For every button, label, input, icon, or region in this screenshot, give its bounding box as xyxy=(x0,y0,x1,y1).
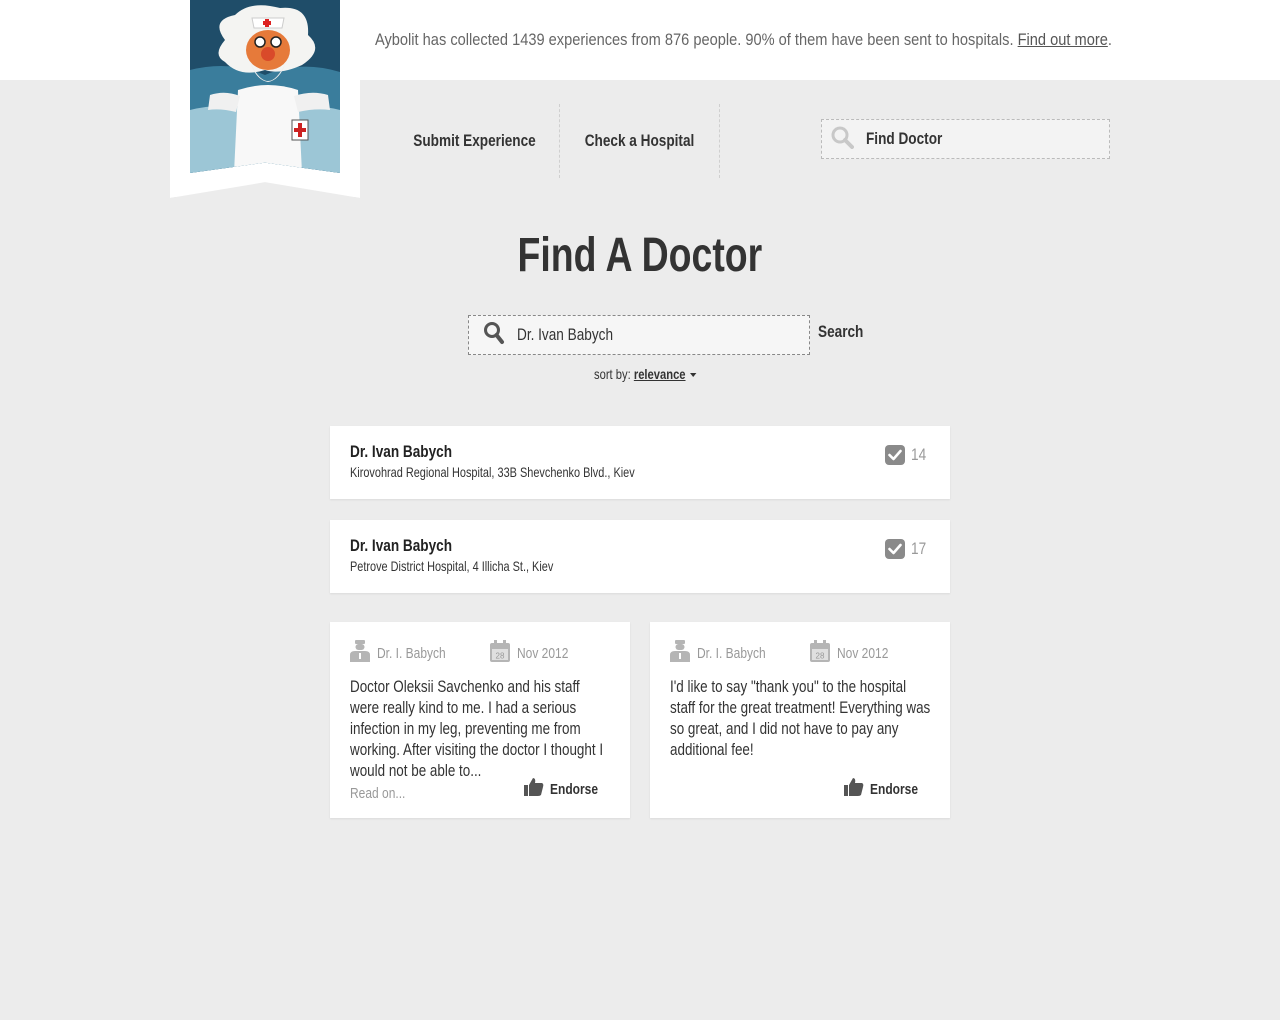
experience-doctor-name: Dr. I. Babych xyxy=(377,644,446,662)
nav-check-hospital[interactable]: Check a Hospital xyxy=(560,104,720,178)
doctor-search-input[interactable]: Dr. Ivan Babych xyxy=(468,315,810,355)
calendar-day: 28 xyxy=(816,652,825,661)
experience-date: 28 Nov 2012 xyxy=(810,640,901,666)
experience-doctor[interactable]: Dr. I. Babych xyxy=(670,640,783,666)
calendar-day: 28 xyxy=(496,652,505,661)
search-icon xyxy=(483,321,505,350)
experience-text: I'd like to say "thank you" to the hospi… xyxy=(670,677,931,759)
find-doctor-label: Find Doctor xyxy=(866,129,943,148)
experience-meta: Dr. I. Babych 28 Nov 2012 xyxy=(670,640,930,664)
experience-date-text: Nov 2012 xyxy=(517,644,569,662)
stats-message: Aybolit has collected 1439 experiences f… xyxy=(375,30,1112,50)
experience-text: Doctor Oleksii Savchenko and his staff w… xyxy=(350,677,604,780)
aybolit-logo xyxy=(190,0,340,173)
logo-ribbon[interactable] xyxy=(170,0,360,198)
calendar-icon: 28 xyxy=(810,640,830,666)
page-title: Find A Doctor xyxy=(517,229,763,282)
experience-card: Dr. I. Babych 28 Nov 2012 I'd like to sa… xyxy=(650,622,950,818)
doctor-icon xyxy=(350,640,370,666)
caret-down-icon[interactable] xyxy=(690,373,697,378)
calendar-icon: 28 xyxy=(490,640,510,666)
endorse-label: Endorse xyxy=(549,781,598,798)
thumbs-up-icon xyxy=(523,777,544,802)
experience-doctor-name: Dr. I. Babych xyxy=(697,644,766,662)
search-button[interactable]: Search xyxy=(818,322,875,342)
stats-message-end: . xyxy=(1107,30,1112,49)
nav-submit-experience[interactable]: Submit Experience xyxy=(390,104,560,178)
experience-count-badge: 14 xyxy=(885,445,930,465)
check-icon xyxy=(885,445,906,465)
doctor-address: Petrove District Hospital, 4 Illicha St.… xyxy=(350,558,554,574)
endorse-label: Endorse xyxy=(869,781,918,798)
experience-card: Dr. I. Babych 28 Nov 2012 Doctor Oleksii… xyxy=(330,622,630,818)
find-doctor-search-box[interactable]: Find Doctor xyxy=(821,119,1110,159)
endorse-button[interactable]: Endorse xyxy=(843,777,930,802)
doctor-name[interactable]: Dr. Ivan Babych xyxy=(350,536,478,556)
doctor-result-card[interactable]: Dr. Ivan Babych Kirovohrad Regional Hosp… xyxy=(330,426,950,499)
experience-meta: Dr. I. Babych 28 Nov 2012 xyxy=(350,640,610,664)
experience-count-badge: 17 xyxy=(885,539,930,559)
search-icon xyxy=(830,125,854,154)
experience-count: 17 xyxy=(911,539,927,558)
main-nav: Submit Experience Check a Hospital xyxy=(390,104,720,178)
doctor-name[interactable]: Dr. Ivan Babych xyxy=(350,442,478,462)
thumbs-up-icon xyxy=(843,777,864,802)
experience-doctor[interactable]: Dr. I. Babych xyxy=(350,640,463,666)
read-on-link[interactable]: Read on... xyxy=(350,785,419,802)
stats-message-text: Aybolit has collected 1439 experiences f… xyxy=(375,30,1018,49)
nav-check-hospital-label: Check a Hospital xyxy=(584,131,695,150)
endorse-button[interactable]: Endorse xyxy=(523,777,610,802)
experience-count: 14 xyxy=(911,445,927,464)
check-icon xyxy=(885,539,906,559)
doctor-icon xyxy=(670,640,690,666)
sort-by-label: sort by: xyxy=(594,366,631,382)
sort-relevance-dropdown[interactable]: relevance xyxy=(634,366,686,382)
doctor-address: Kirovohrad Regional Hospital, 33B Shevch… xyxy=(350,464,635,480)
find-out-more-link[interactable]: Find out more xyxy=(1018,30,1108,49)
doctor-result-card[interactable]: Dr. Ivan Babych Petrove District Hospita… xyxy=(330,520,950,593)
experience-date-text: Nov 2012 xyxy=(837,644,889,662)
sort-by-control: sort by: relevance xyxy=(594,366,722,382)
search-input-value: Dr. Ivan Babych xyxy=(517,325,614,344)
experience-date: 28 Nov 2012 xyxy=(490,640,581,666)
nav-submit-experience-label: Submit Experience xyxy=(413,131,536,150)
